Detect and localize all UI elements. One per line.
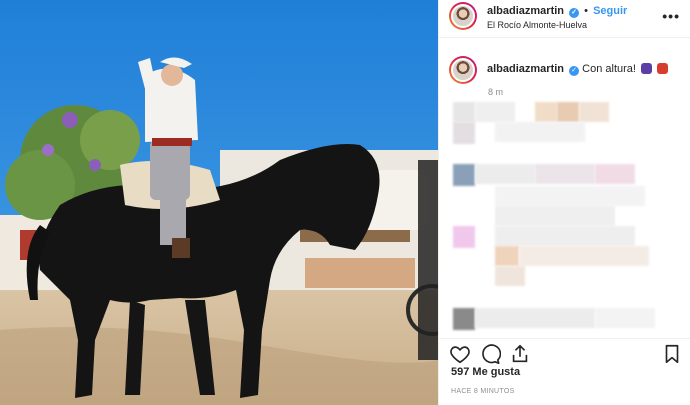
photo-scene [0,0,438,405]
post-photo[interactable] [0,0,438,405]
post-timestamp: HACE 8 MINUTOS [451,388,515,395]
post-sidebar: albadiazmartin ✓ • Seguir El Rocío Almon… [438,0,690,405]
verified-badge-icon: ✓ [569,8,580,18]
more-options-icon[interactable]: ••• [662,8,680,24]
share-icon[interactable] [509,343,531,365]
action-bar [439,338,690,368]
heart-icon[interactable] [449,343,471,365]
avatar[interactable] [449,2,477,30]
caption: albadiazmartin ✓ Con altura! [487,63,669,76]
caption-time-ago: 8 m [488,87,504,97]
flamenco-dancer-emoji-icon [657,63,669,74]
likes-count[interactable]: 597 Me gusta [451,366,520,378]
grapes-emoji-icon [641,63,653,74]
caption-text: Con altura! [582,63,636,75]
separator-dot: • [584,5,589,17]
bookmark-icon[interactable] [661,343,683,365]
verified-badge-icon: ✓ [569,66,580,76]
location-link[interactable]: El Rocío Almonte-Huelva [487,20,587,30]
caption-avatar[interactable] [449,56,477,84]
post-header: albadiazmartin ✓ • Seguir El Rocío Almon… [439,0,690,38]
follow-button[interactable]: Seguir [593,5,627,17]
caption-username[interactable]: albadiazmartin [487,63,564,75]
username-link[interactable]: albadiazmartin [487,5,564,17]
header-user-line: albadiazmartin ✓ • Seguir [487,5,627,18]
comments-pixelated [439,98,690,334]
comment-icon[interactable] [479,343,502,365]
